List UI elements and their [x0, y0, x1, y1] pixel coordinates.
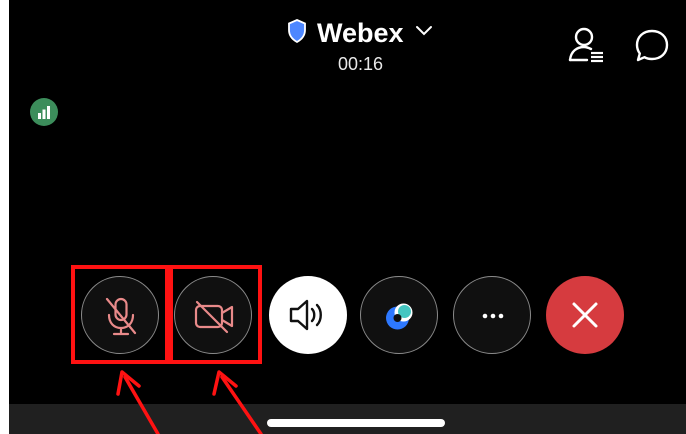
- video-annotation-arrow: [212, 370, 263, 434]
- mute-annotation-arrow: [116, 370, 160, 434]
- annotation-arrows: [116, 370, 263, 434]
- call-screen: Webex 00:16: [9, 0, 686, 434]
